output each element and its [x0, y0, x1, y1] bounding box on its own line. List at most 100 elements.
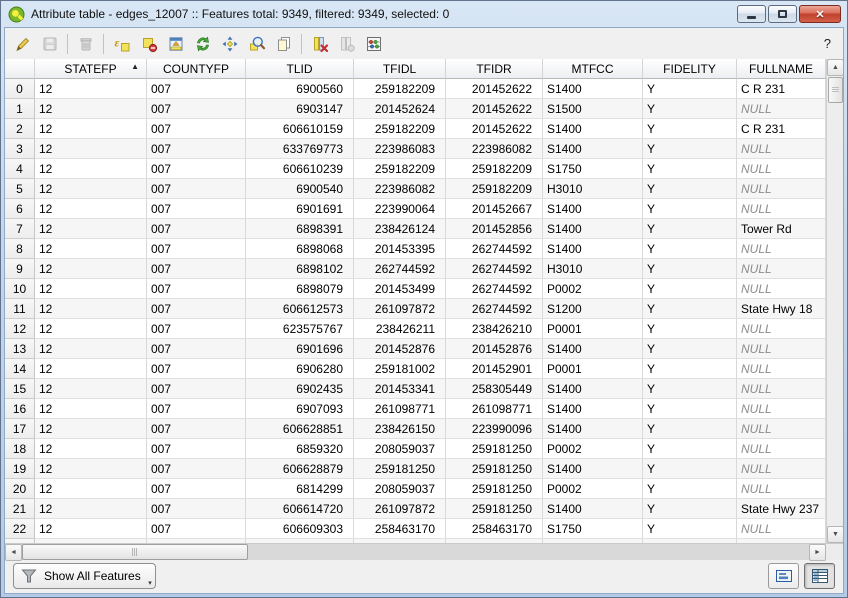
row-number[interactable]: 9: [5, 259, 35, 279]
cell-tlid[interactable]: 6898391: [246, 219, 354, 239]
scroll-down-button[interactable]: ▼: [827, 526, 843, 543]
cell-fidelity[interactable]: Y: [643, 79, 737, 99]
maximize-button[interactable]: [768, 5, 797, 23]
cell-statefp[interactable]: 12: [35, 119, 147, 139]
cell-fidelity[interactable]: Y: [643, 479, 737, 499]
cell-tfidr[interactable]: 201452667: [446, 199, 543, 219]
cell-tfidr[interactable]: 262744592: [446, 239, 543, 259]
cell-statefp[interactable]: 12: [35, 299, 147, 319]
cell-mtfcc[interactable]: S1400: [543, 499, 643, 519]
cell-countyfp[interactable]: 007: [147, 419, 246, 439]
scroll-up-button[interactable]: ▲: [827, 59, 843, 76]
cell-statefp[interactable]: 12: [35, 259, 147, 279]
horizontal-scrollbar-thumb[interactable]: [22, 544, 248, 560]
cell-fullname[interactable]: NULL: [737, 339, 826, 359]
vertical-scrollbar[interactable]: ▲ ▼: [826, 59, 843, 543]
cell-statefp[interactable]: 12: [35, 499, 147, 519]
cell-tfidl[interactable]: 208059037: [354, 439, 446, 459]
cell-fullname[interactable]: NULL: [737, 159, 826, 179]
column-header-tfidl[interactable]: TFIDL: [354, 59, 446, 79]
cell-tfidl[interactable]: 201453395: [354, 239, 446, 259]
cell-fullname[interactable]: NULL: [737, 179, 826, 199]
cell-countyfp[interactable]: 007: [147, 359, 246, 379]
cell-tlid[interactable]: 6898068: [246, 239, 354, 259]
row-number[interactable]: 19: [5, 459, 35, 479]
column-header-tlid[interactable]: TLID: [246, 59, 354, 79]
cell-tfidl[interactable]: 261097872: [354, 499, 446, 519]
row-number[interactable]: 11: [5, 299, 35, 319]
scroll-right-button[interactable]: ►: [809, 544, 826, 561]
row-number[interactable]: 2: [5, 119, 35, 139]
cell-tlid[interactable]: 606612573: [246, 299, 354, 319]
cell-statefp[interactable]: 12: [35, 79, 147, 99]
cell-countyfp[interactable]: 007: [147, 199, 246, 219]
cell-tfidl[interactable]: 238426211: [354, 319, 446, 339]
cell-fidelity[interactable]: Y: [643, 219, 737, 239]
row-number[interactable]: 20: [5, 479, 35, 499]
cell-mtfcc[interactable]: H3010: [543, 179, 643, 199]
cell-fullname[interactable]: NULL: [737, 359, 826, 379]
show-all-features-button[interactable]: Show All Features ▾: [13, 563, 156, 589]
cell-tlid[interactable]: 606628851: [246, 419, 354, 439]
delete-column-button[interactable]: [307, 31, 332, 56]
cell-statefp[interactable]: 12: [35, 479, 147, 499]
cell-statefp[interactable]: 12: [35, 239, 147, 259]
cell-fidelity[interactable]: Y: [643, 239, 737, 259]
cell-tlid[interactable]: 6900560: [246, 79, 354, 99]
cell-countyfp[interactable]: 007: [147, 219, 246, 239]
cell-fullname[interactable]: NULL: [737, 99, 826, 119]
cell-tfidr[interactable]: 262744592: [446, 299, 543, 319]
cell-tfidr[interactable]: 259181250: [446, 499, 543, 519]
cell-countyfp[interactable]: 007: [147, 499, 246, 519]
cell-fullname[interactable]: NULL: [737, 519, 826, 539]
cell-fidelity[interactable]: Y: [643, 279, 737, 299]
cell-tlid[interactable]: 606628879: [246, 459, 354, 479]
cell-fidelity[interactable]: Y: [643, 199, 737, 219]
cell-statefp[interactable]: 12: [35, 379, 147, 399]
cell-tfidl[interactable]: 259182209: [354, 79, 446, 99]
cell-tfidr[interactable]: 238426210: [446, 319, 543, 339]
cell-statefp[interactable]: 12: [35, 179, 147, 199]
cell-countyfp[interactable]: 007: [147, 259, 246, 279]
cell-fullname[interactable]: NULL: [737, 439, 826, 459]
row-number[interactable]: 14: [5, 359, 35, 379]
cell-tfidr[interactable]: 259182209: [446, 179, 543, 199]
cell-tlid[interactable]: 6900540: [246, 179, 354, 199]
row-number[interactable]: 12: [5, 319, 35, 339]
cell-fullname[interactable]: Tower Rd: [737, 219, 826, 239]
row-number[interactable]: 4: [5, 159, 35, 179]
cell-tfidl[interactable]: 259182209: [354, 119, 446, 139]
cell-fullname[interactable]: NULL: [737, 239, 826, 259]
row-number[interactable]: 5: [5, 179, 35, 199]
cell-tfidr[interactable]: 258305449: [446, 379, 543, 399]
cell-tfidl[interactable]: 261098771: [354, 399, 446, 419]
cell-tlid[interactable]: 6901696: [246, 339, 354, 359]
cell-countyfp[interactable]: 007: [147, 299, 246, 319]
cell-fidelity[interactable]: Y: [643, 119, 737, 139]
cell-mtfcc[interactable]: P0002: [543, 279, 643, 299]
row-number[interactable]: 17: [5, 419, 35, 439]
titlebar[interactable]: Attribute table - edges_12007 :: Feature…: [1, 1, 847, 25]
cell-countyfp[interactable]: 007: [147, 79, 246, 99]
cell-tfidr[interactable]: 223990096: [446, 419, 543, 439]
cell-statefp[interactable]: 12: [35, 319, 147, 339]
column-header-statefp[interactable]: STATEFP▲: [35, 59, 147, 79]
cell-tfidr[interactable]: 201452901: [446, 359, 543, 379]
cell-tlid[interactable]: 6902435: [246, 379, 354, 399]
cell-countyfp[interactable]: 007: [147, 119, 246, 139]
cell-countyfp[interactable]: 007: [147, 179, 246, 199]
cell-statefp[interactable]: 12: [35, 159, 147, 179]
row-number[interactable]: 18: [5, 439, 35, 459]
cell-tfidr[interactable]: 201452622: [446, 99, 543, 119]
cell-fullname[interactable]: C R 231: [737, 79, 826, 99]
cell-mtfcc[interactable]: H3010: [543, 259, 643, 279]
cell-mtfcc[interactable]: S1400: [543, 339, 643, 359]
cell-tlid[interactable]: 6906280: [246, 359, 354, 379]
cell-fidelity[interactable]: Y: [643, 359, 737, 379]
cell-fullname[interactable]: NULL: [737, 139, 826, 159]
help-label[interactable]: ?: [824, 36, 835, 51]
cell-fullname[interactable]: C R 231: [737, 119, 826, 139]
cell-fullname[interactable]: NULL: [737, 459, 826, 479]
cell-statefp[interactable]: 12: [35, 399, 147, 419]
cell-mtfcc[interactable]: P0001: [543, 319, 643, 339]
